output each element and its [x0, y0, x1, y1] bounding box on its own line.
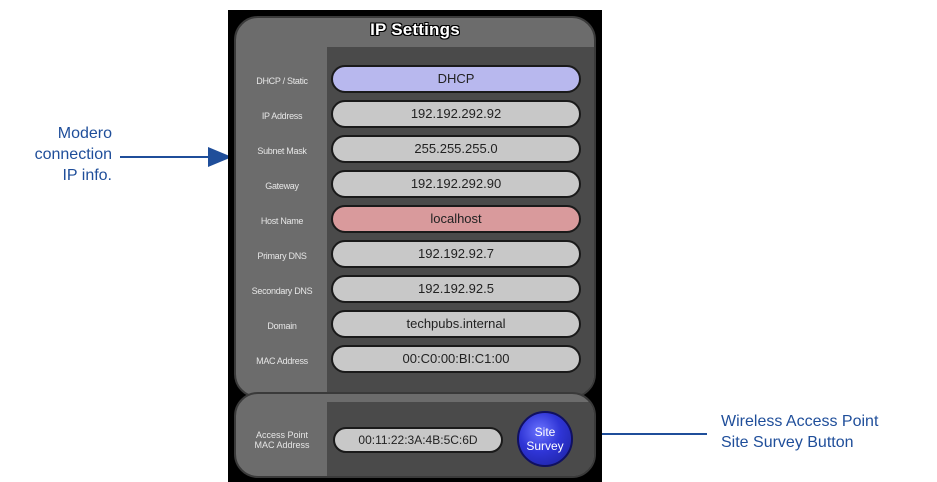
callout-left-line1: Modero	[57, 125, 112, 142]
gateway-field[interactable]: 192.192.292.90	[331, 170, 581, 198]
gateway-label: Gateway	[265, 181, 299, 191]
domain-label: Domain	[267, 321, 297, 331]
callout-right-line1: Wireless Access Point	[721, 413, 879, 430]
dhcp-static-label: DHCP / Static	[256, 76, 308, 86]
site-survey-button[interactable]: Site Survey	[517, 411, 573, 467]
ip-address-label: IP Address	[261, 111, 303, 121]
primary-dns-label: Primary DNS	[257, 251, 307, 261]
access-point-label-line2: MAC Address	[254, 440, 310, 450]
device-frame: IP Settings DHCP / Static DHCP IP Addres…	[228, 10, 602, 482]
site-survey-label-line2: Survey	[526, 439, 564, 453]
access-point-label-line1: Access Point	[255, 430, 309, 440]
callout-right-line2: Site Survey Button	[721, 434, 854, 451]
ip-settings-panel: IP Settings DHCP / Static DHCP IP Addres…	[234, 16, 596, 398]
dhcp-static-field[interactable]: DHCP	[331, 65, 581, 93]
ip-address-field[interactable]: 192.192.292.92	[331, 100, 581, 128]
callout-left-line3: IP info.	[62, 167, 112, 184]
mac-address-label: MAC Address	[256, 356, 308, 366]
secondary-dns-label: Secondary DNS	[251, 286, 313, 296]
access-point-mac-label: Access Point MAC Address	[238, 430, 326, 450]
subnet-mask-label: Subnet Mask	[257, 146, 307, 156]
callout-modero-connection: Modero connection IP info.	[0, 123, 112, 186]
host-name-label: Host Name	[260, 216, 304, 226]
panel-title: IP Settings	[370, 20, 460, 39]
mac-address-field[interactable]: 00:C0:00:BI:C1:00	[331, 345, 581, 373]
access-point-mac-field[interactable]: 00:11:22:3A:4B:5C:6D	[333, 427, 503, 453]
access-point-panel: Access Point MAC Address 00:11:22:3A:4B:…	[234, 392, 596, 478]
secondary-dns-field[interactable]: 192.192.92.5	[331, 275, 581, 303]
callout-site-survey: Wireless Access Point Site Survey Button	[721, 411, 937, 453]
callout-left-line2: connection	[34, 146, 112, 163]
primary-dns-field[interactable]: 192.192.92.7	[331, 240, 581, 268]
site-survey-label-line1: Site	[534, 425, 556, 439]
domain-field[interactable]: techpubs.internal	[331, 310, 581, 338]
callout-left-arrow	[120, 147, 232, 167]
host-name-field[interactable]: localhost	[331, 205, 581, 233]
subnet-mask-field[interactable]: 255.255.255.0	[331, 135, 581, 163]
